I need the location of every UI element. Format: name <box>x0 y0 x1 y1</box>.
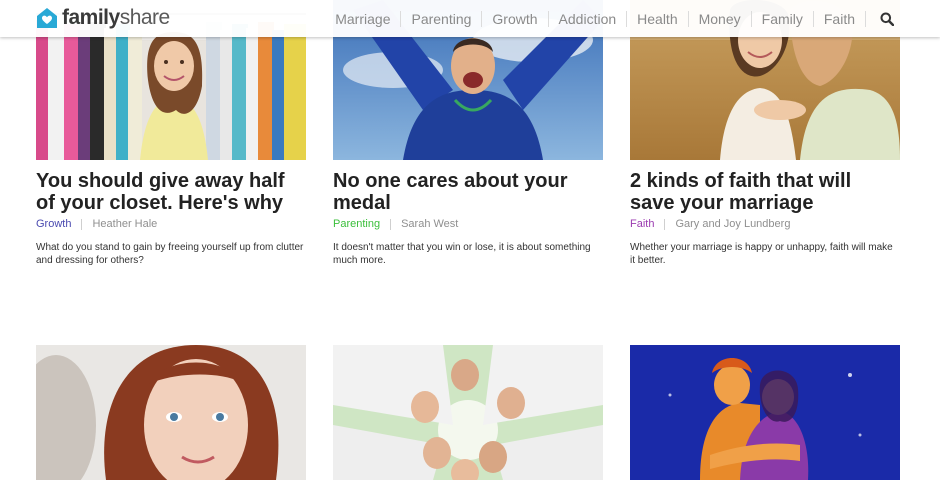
article-meta: Faith Gary and Joy Lundberg <box>630 218 900 230</box>
article-card <box>333 345 603 480</box>
nav-parenting[interactable]: Parenting <box>400 10 481 27</box>
article-meta: Parenting Sarah West <box>333 218 603 230</box>
article-summary: It doesn't matter that you win or lose, … <box>333 242 591 266</box>
article-summary: Whether your marriage is happy or unhapp… <box>630 242 893 266</box>
article-title[interactable]: You should give away half of your closet… <box>36 170 306 214</box>
nav-faith[interactable]: Faith <box>812 10 865 27</box>
article-author[interactable]: Heather Hale <box>92 218 157 230</box>
nav-marriage[interactable]: Marriage <box>325 11 400 27</box>
main-nav: Marriage Parenting Growth Addiction Heal… <box>325 0 894 37</box>
brand-name-light: share <box>119 6 171 29</box>
brand-name-bold: family <box>62 6 120 29</box>
article-card <box>630 345 900 480</box>
site-header: familyshare Marriage Parenting Growth Ad… <box>0 0 940 37</box>
search-button[interactable] <box>865 10 894 27</box>
article-card: You should give away half of your closet… <box>36 0 306 267</box>
brand-name: familyshare <box>62 6 170 30</box>
article-card <box>36 345 306 480</box>
meta-divider <box>81 218 83 230</box>
article-category[interactable]: Growth <box>36 218 71 230</box>
nav-addiction[interactable]: Addiction <box>547 10 627 27</box>
nav-money[interactable]: Money <box>687 10 751 27</box>
article-image-hercules[interactable] <box>630 345 900 480</box>
article-meta: Growth Heather Hale <box>36 218 306 230</box>
nav-growth[interactable]: Growth <box>481 10 547 27</box>
article-category[interactable]: Parenting <box>333 218 380 230</box>
article-card: No one cares about your medal Parenting … <box>333 0 603 267</box>
article-image-woman[interactable] <box>36 345 306 480</box>
home-heart-icon <box>37 8 57 28</box>
article-title[interactable]: No one cares about your medal <box>333 170 603 214</box>
smiling-woman-photo <box>36 345 306 480</box>
article-image-group[interactable] <box>333 345 603 480</box>
animated-couple-photo <box>630 345 900 480</box>
search-icon <box>880 12 894 26</box>
article-author[interactable]: Sarah West <box>401 218 458 230</box>
nav-health[interactable]: Health <box>626 10 687 27</box>
nav-family[interactable]: Family <box>750 10 813 27</box>
meta-divider <box>664 218 666 230</box>
meta-divider <box>390 218 392 230</box>
article-category[interactable]: Faith <box>630 218 654 230</box>
article-summary: What do you stand to gain by freeing you… <box>36 242 304 266</box>
article-title[interactable]: 2 kinds of faith that will save your mar… <box>630 170 900 214</box>
article-card: 2 kinds of faith that will save your mar… <box>630 0 900 267</box>
article-author[interactable]: Gary and Joy Lundberg <box>675 218 790 230</box>
group-huddle-photo <box>333 345 603 480</box>
site-logo[interactable]: familyshare <box>36 6 170 30</box>
